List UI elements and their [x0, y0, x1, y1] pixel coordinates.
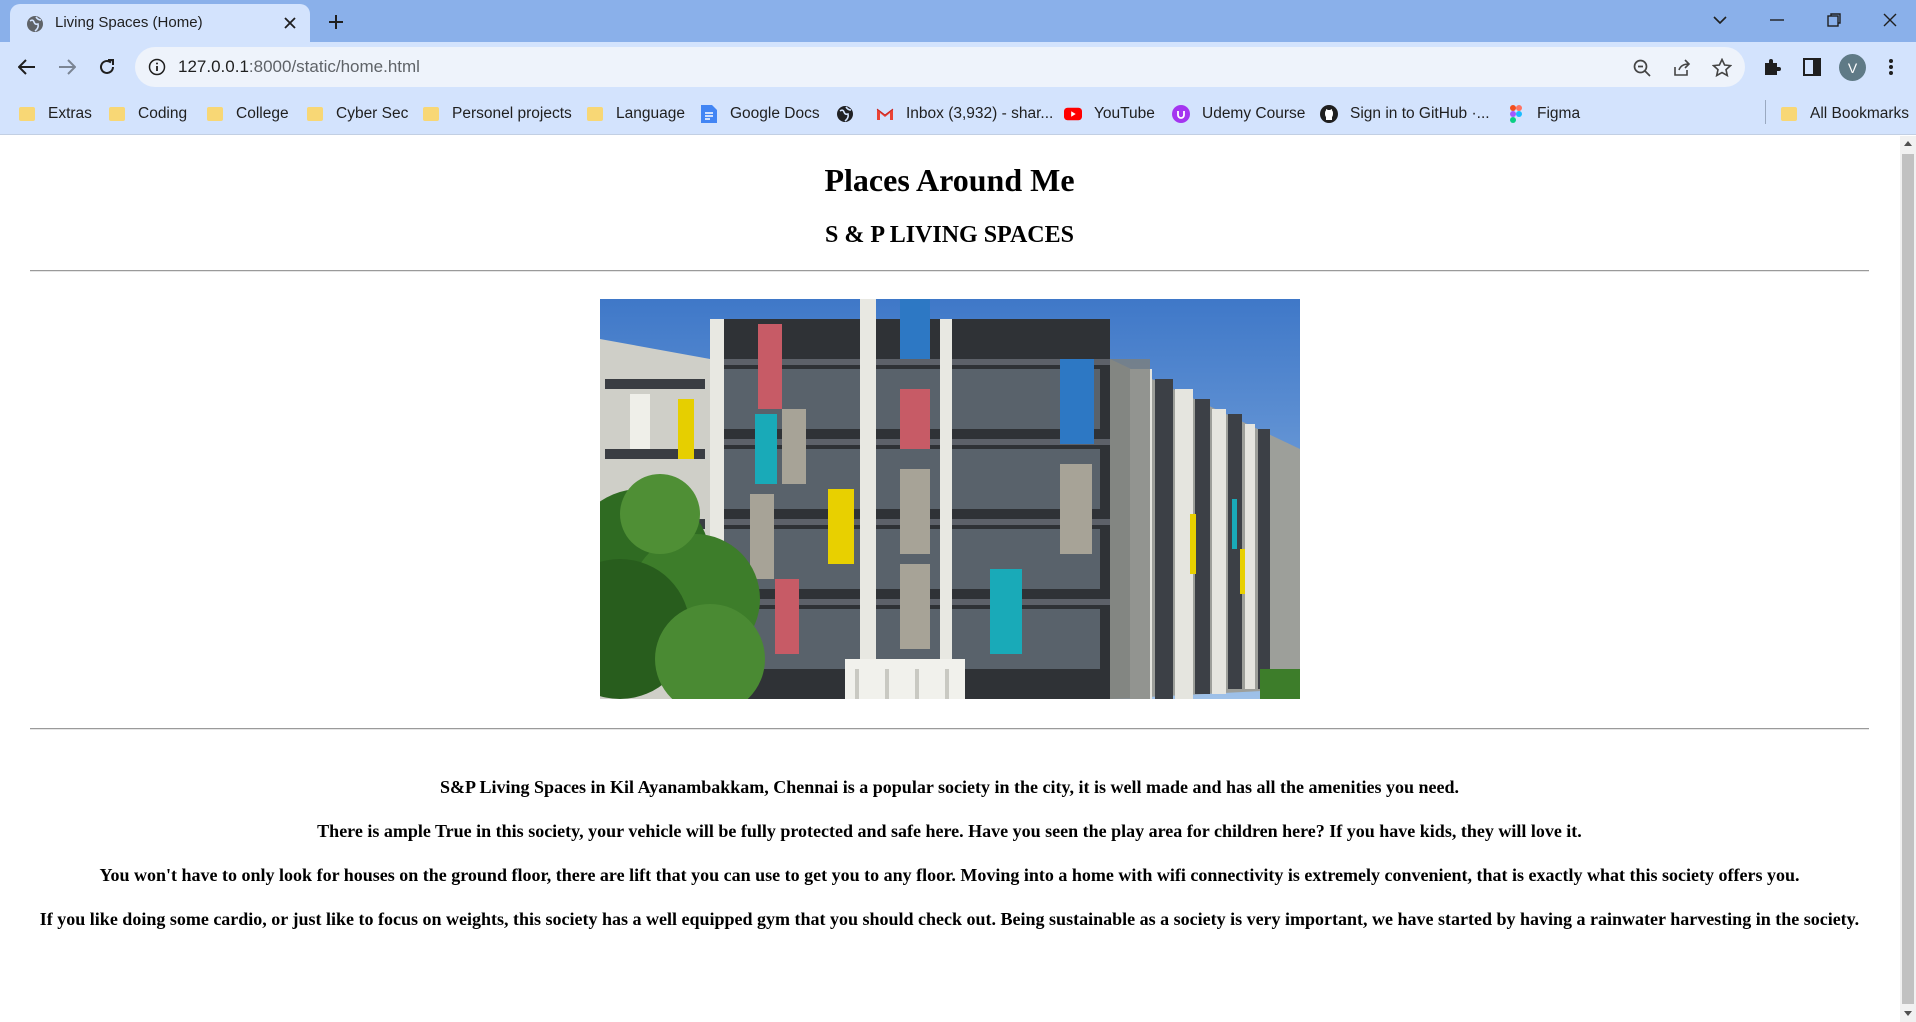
site-info-icon[interactable]: [148, 58, 166, 76]
tab-active[interactable]: Living Spaces (Home): [10, 4, 310, 42]
extensions-icon[interactable]: [1758, 53, 1786, 81]
bookmark-github[interactable]: Sign in to GitHub ·...: [1320, 102, 1490, 126]
bookmark-cyber-sec[interactable]: Cyber Sec: [306, 102, 408, 126]
paragraph-intro: S&P Living Spaces in Kil Ayanambakkam, C…: [440, 777, 1459, 797]
page-subtitle: S & P LIVING SPACES: [825, 222, 1074, 248]
bookmark-label: College: [236, 105, 289, 122]
tab-title: Living Spaces (Home): [55, 14, 203, 31]
bookmark-label: Cyber Sec: [336, 105, 409, 122]
bookmark-google-docs[interactable]: Google Docs: [700, 102, 820, 126]
zoom-icon[interactable]: [1629, 55, 1655, 81]
folder-icon: [306, 105, 324, 123]
youtube-icon: [1064, 105, 1082, 123]
all-bookmarks-label: All Bookmarks: [1810, 105, 1910, 122]
address-bar[interactable]: 127.0.0.1:8000/static/home.html: [135, 47, 1745, 87]
page-title: Places Around Me: [824, 162, 1075, 198]
divider-top: [30, 270, 1869, 272]
building-photo: [600, 299, 1300, 699]
close-window-button[interactable]: [1870, 4, 1910, 36]
folder-icon: [206, 105, 224, 123]
bookmark-star-icon[interactable]: [1709, 55, 1735, 81]
share-icon[interactable]: [1669, 55, 1695, 81]
bookmarks-bar: Extras Coding College Cyber Sec Personel…: [0, 92, 1916, 135]
bookmark-youtube[interactable]: YouTube: [1064, 102, 1155, 126]
forward-button[interactable]: [51, 51, 83, 83]
bookmarks-separator: [1765, 100, 1766, 124]
bookmark-udemy[interactable]: Udemy Course: [1172, 102, 1305, 126]
paragraph-parking: There is ample True in this society, you…: [317, 821, 1582, 841]
bookmark-label: Language: [616, 105, 685, 122]
divider-bottom: [30, 728, 1869, 730]
url-text[interactable]: 127.0.0.1:8000/static/home.html: [178, 57, 420, 77]
close-tab-icon[interactable]: [278, 11, 302, 35]
menu-dots-icon[interactable]: [1877, 53, 1905, 81]
bookmark-label: YouTube: [1094, 105, 1155, 122]
paragraph-lift-wifi: You won't have to only look for houses o…: [99, 865, 1800, 885]
all-bookmarks[interactable]: All Bookmarks: [1780, 102, 1909, 126]
scroll-thumb[interactable]: [1902, 154, 1914, 1004]
page-scrollbar[interactable]: [1900, 136, 1916, 1022]
folder-icon: [586, 105, 604, 123]
url-path: :8000/static/home.html: [248, 57, 420, 76]
scroll-down-icon[interactable]: [1904, 1009, 1912, 1017]
tab-strip: Living Spaces (Home): [0, 0, 1916, 42]
paragraph-gym: If you like doing some cardio, or just l…: [39, 909, 1860, 929]
reload-button[interactable]: [91, 51, 123, 83]
bookmark-label: Google Docs: [730, 105, 820, 122]
bookmark-label: Inbox (3,932) - shar...: [906, 105, 1054, 122]
tab-search-icon[interactable]: [1700, 4, 1740, 36]
folder-icon: [422, 105, 440, 123]
minimize-button[interactable]: [1757, 4, 1797, 36]
browser-toolbar: 127.0.0.1:8000/static/home.html V: [0, 42, 1916, 92]
bookmark-college[interactable]: College: [206, 102, 289, 126]
github-icon: [1320, 105, 1338, 123]
globe-icon: [26, 15, 44, 33]
bookmark-extras[interactable]: Extras: [18, 102, 92, 126]
folder-icon: [1780, 105, 1798, 123]
bookmark-label: Sign in to GitHub ·...: [1350, 105, 1490, 122]
bookmark-label: Extras: [48, 105, 92, 122]
bookmark-coding[interactable]: Coding: [108, 102, 187, 126]
figma-icon: [1507, 105, 1525, 123]
bookmark-label: Udemy Course: [1202, 105, 1306, 122]
udemy-icon: [1172, 105, 1190, 123]
restore-button[interactable]: [1814, 4, 1854, 36]
bookmark-label: Figma: [1537, 105, 1581, 122]
globe-icon: [836, 105, 854, 123]
bookmark-label: Coding: [138, 105, 188, 122]
scroll-up-icon[interactable]: [1904, 140, 1912, 148]
bookmark-figma[interactable]: Figma: [1507, 102, 1580, 126]
side-panel-icon[interactable]: [1798, 53, 1826, 81]
new-tab-button[interactable]: [322, 8, 350, 36]
folder-icon: [108, 105, 126, 123]
page-viewport: Places Around Me S & P LIVING SPACES S&P…: [0, 136, 1900, 1022]
profile-avatar[interactable]: V: [1839, 54, 1866, 81]
gmail-icon: [876, 105, 894, 123]
url-host: 127.0.0.1: [178, 57, 249, 76]
back-button[interactable]: [11, 51, 43, 83]
bookmark-label: Personel projects: [452, 105, 572, 122]
bookmark-language[interactable]: Language: [586, 102, 685, 126]
google-docs-icon: [700, 105, 718, 123]
bookmark-gmail[interactable]: Inbox (3,932) - shar...: [876, 102, 1053, 126]
folder-icon: [18, 105, 36, 123]
bookmark-globe[interactable]: [836, 102, 866, 126]
bookmark-personel-projects[interactable]: Personel projects: [422, 102, 572, 126]
